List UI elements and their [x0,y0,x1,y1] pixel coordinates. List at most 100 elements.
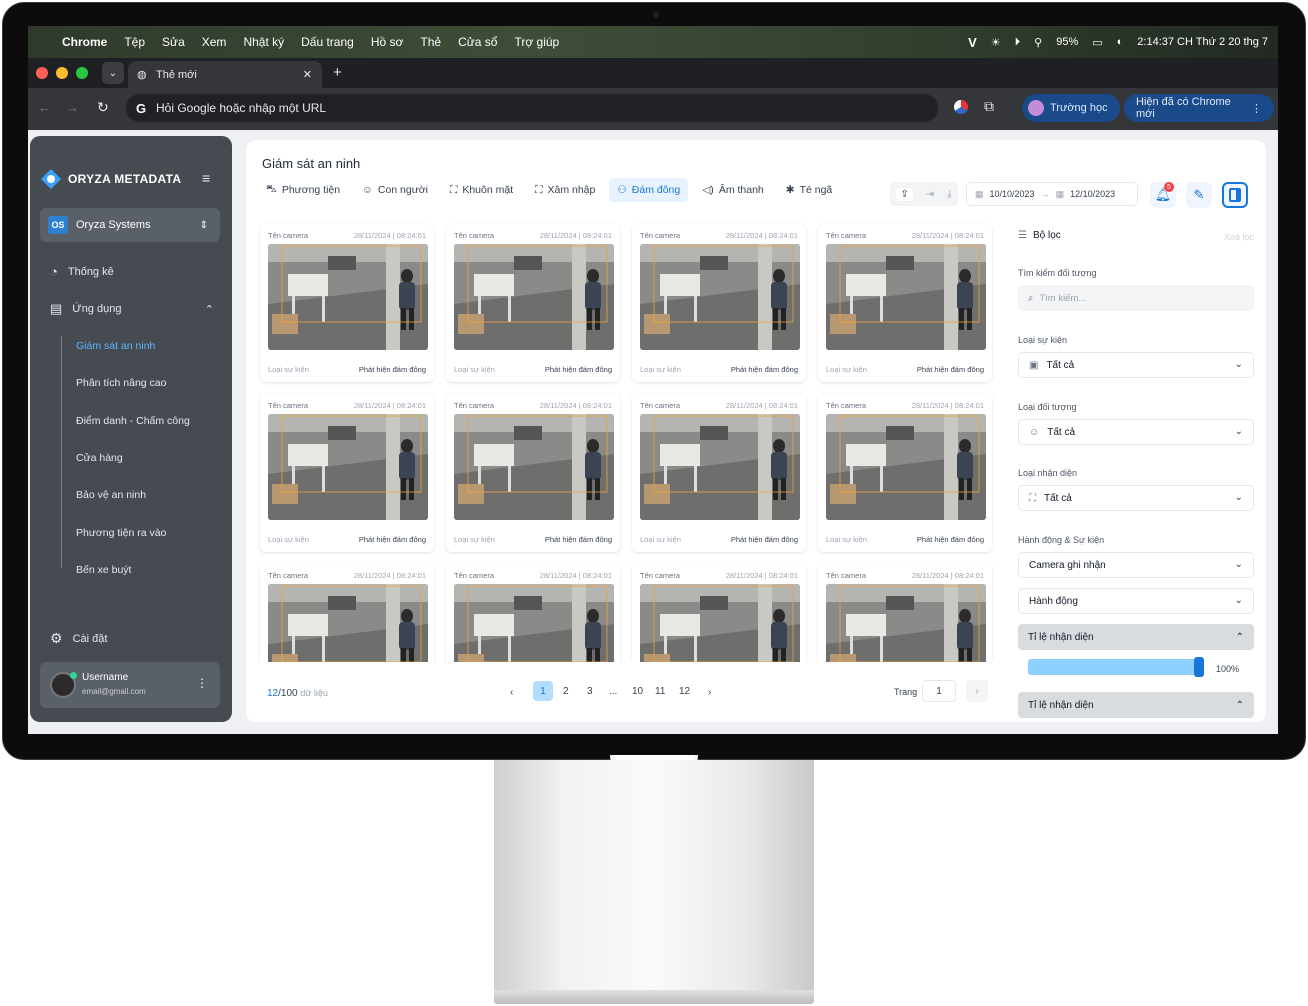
snapshot-image[interactable] [826,244,986,350]
tab-sound[interactable]: ◁) Âm thanh [694,178,772,202]
v-icon[interactable]: V [968,35,977,50]
tab-search-icon[interactable]: ⌄ [102,62,124,84]
goto-input[interactable]: 1 [922,680,956,702]
update-chrome-button[interactable]: Hiện đã có Chrome mới ⋮ [1124,94,1274,122]
menu-file[interactable]: Tệp [124,35,145,49]
download-icon[interactable]: ⤓ [947,189,951,200]
nav-sub-attendance[interactable]: Điểm danh - Chấm công [76,415,190,427]
export-icon[interactable]: ⇥ [926,189,934,200]
event-card[interactable]: Tên camera28/11/2024 | 08:24:01Loại sự k… [260,394,434,552]
nav-sub-analytics[interactable]: Phân tích nâng cao [76,377,167,389]
play-icon[interactable]: ⏵ [1015,36,1021,49]
tab-face[interactable]: ⛶ Khuôn mặt [442,178,521,202]
camera-select[interactable]: Camera ghi nhận ⌄ [1018,552,1254,578]
chat-button[interactable]: ✎ [1186,182,1212,208]
snapshot-image[interactable] [640,414,800,520]
event-card[interactable]: Tên camera28/11/2024 | 08:24:01Loại sự k… [818,394,992,552]
extensions-icon[interactable]: ⧉ [984,98,994,115]
extension-colored-icon[interactable] [954,100,968,114]
event-card[interactable]: Tên camera28/11/2024 | 08:24:01Loại sự k… [818,564,992,662]
tab-fall[interactable]: ✱ Té ngã [778,178,841,202]
event-card[interactable]: Tên camera28/11/2024 | 08:24:01Loại sự k… [632,224,806,382]
omnibox[interactable]: G Hỏi Google hoặc nhập một URL [126,94,938,122]
ratio-slider-handle[interactable] [1194,657,1204,677]
snapshot-image[interactable] [454,244,614,350]
nav-sub-vehicles[interactable]: Phương tiện ra vào [76,527,166,539]
close-window-dot[interactable] [36,67,48,79]
event-type-select[interactable]: ▣ Tất cả ⌄ [1018,352,1254,378]
menu-history[interactable]: Nhật ký [243,35,284,49]
clock[interactable]: 2:14:37 CH Thứ 2 20 thg 7 [1137,36,1268,48]
close-tab-icon[interactable]: ✕ [303,68,312,81]
menu-help[interactable]: Trợ giúp [514,35,559,49]
action-select[interactable]: Hành động ⌄ [1018,588,1254,614]
nav-sub-bus[interactable]: Bến xe buýt [76,564,131,576]
next-page-icon[interactable]: › [708,687,711,698]
snapshot-image[interactable] [268,414,428,520]
snapshot-image[interactable] [268,244,428,350]
snapshot-image[interactable] [640,584,800,662]
tab-vehicle[interactable]: ⛍ Phương tiện [258,178,348,202]
page-11[interactable]: 11 [655,686,665,697]
search-input[interactable]: ⌕ Tìm kiếm... [1018,285,1254,311]
prev-page-icon[interactable]: ‹ [510,687,513,698]
menu-icon[interactable]: ≡ [202,170,210,186]
toggle-icon[interactable]: ◐ [1117,36,1124,48]
more-icon[interactable]: ⋮ [196,676,208,690]
zoom-window-dot[interactable] [76,67,88,79]
page-10[interactable]: 10 [632,686,643,697]
brightness-icon[interactable]: ☀ [991,36,1001,49]
snapshot-image[interactable] [826,584,986,662]
event-card[interactable]: Tên camera28/11/2024 | 08:24:01Loại sự k… [632,564,806,662]
tab-person[interactable]: ☺ Con người [354,178,436,202]
snapshot-image[interactable] [640,244,800,350]
snapshot-image[interactable] [826,414,986,520]
tab-new[interactable]: ◍ Thẻ mới ✕ [128,61,322,88]
minimize-window-dot[interactable] [56,67,68,79]
kebab-icon[interactable]: ⋮ [1251,102,1262,115]
page-3[interactable]: 3 [587,686,593,697]
forward-icon[interactable]: → [66,100,79,115]
snapshot-image[interactable] [454,414,614,520]
snapshot-image[interactable] [454,584,614,662]
menu-view[interactable]: Xem [202,35,227,49]
snapshot-image[interactable] [268,584,428,662]
event-card[interactable]: Tên camera28/11/2024 | 08:24:01Loại sự k… [446,224,620,382]
event-card[interactable]: Tên camera28/11/2024 | 08:24:01Loại sự k… [260,224,434,382]
page-1[interactable]: 1 [533,681,553,701]
recog-type-select[interactable]: ⛶ Tất cả ⌄ [1018,485,1254,511]
share-icon[interactable]: ⇪ [896,187,913,201]
clear-filter-link[interactable]: Xoá lọc [1224,232,1254,242]
tab-intrusion[interactable]: ⛶ Xâm nhập [527,178,603,202]
event-card[interactable]: Tên camera28/11/2024 | 08:24:01Loại sự k… [632,394,806,552]
org-switcher[interactable]: OS Oryza Systems ⇕ [40,208,220,242]
ratio-accordion-2[interactable]: Tỉ lệ nhận diện ⌃ [1018,692,1254,718]
panel-toggle-button[interactable] [1222,182,1248,208]
tab-crowd[interactable]: ⚇ Đám đông [609,178,689,202]
goto-button[interactable]: › [966,680,988,702]
nav-sub-security[interactable]: Giám sát an ninh [76,340,155,352]
menu-profile[interactable]: Hồ sơ [371,35,404,49]
profile-button[interactable]: Trường học [1022,94,1120,122]
nav-settings[interactable]: ⚙ Cài đặt [50,630,107,647]
brand[interactable]: ORYZA METADATA [40,168,181,190]
new-tab-icon[interactable]: + [333,64,342,81]
menu-tab[interactable]: Thẻ [420,35,441,49]
date-range[interactable]: ▦ 10/10/2023 → ▦ 12/10/2023 [966,182,1138,206]
object-type-select[interactable]: ☺ Tất cả ⌄ [1018,419,1254,445]
reload-icon[interactable]: ↻ [97,99,109,116]
page-12[interactable]: 12 [679,686,690,697]
nav-sub-guard[interactable]: Bảo vệ an ninh [76,489,146,501]
control-icon[interactable]: ⚲ [1034,36,1042,49]
event-card[interactable]: Tên camera28/11/2024 | 08:24:01Loại sự k… [260,564,434,662]
nav-apps[interactable]: ▤ Ứng dụng ⌃ [50,301,214,317]
ratio-accordion[interactable]: Tỉ lệ nhận diện ⌃ [1018,624,1254,650]
event-card[interactable]: Tên camera28/11/2024 | 08:24:01Loại sự k… [446,394,620,552]
menu-window[interactable]: Cửa sổ [458,35,497,49]
page-2[interactable]: 2 [563,686,569,697]
menu-bookmarks[interactable]: Dấu trang [301,35,354,49]
battery-icon[interactable]: ▭ [1092,36,1102,49]
menu-edit[interactable]: Sửa [162,35,185,49]
user-card[interactable]: Username email@gmail.com ⋮ [40,662,220,708]
notification-button[interactable]: 🔔︎ 5 [1150,182,1176,208]
